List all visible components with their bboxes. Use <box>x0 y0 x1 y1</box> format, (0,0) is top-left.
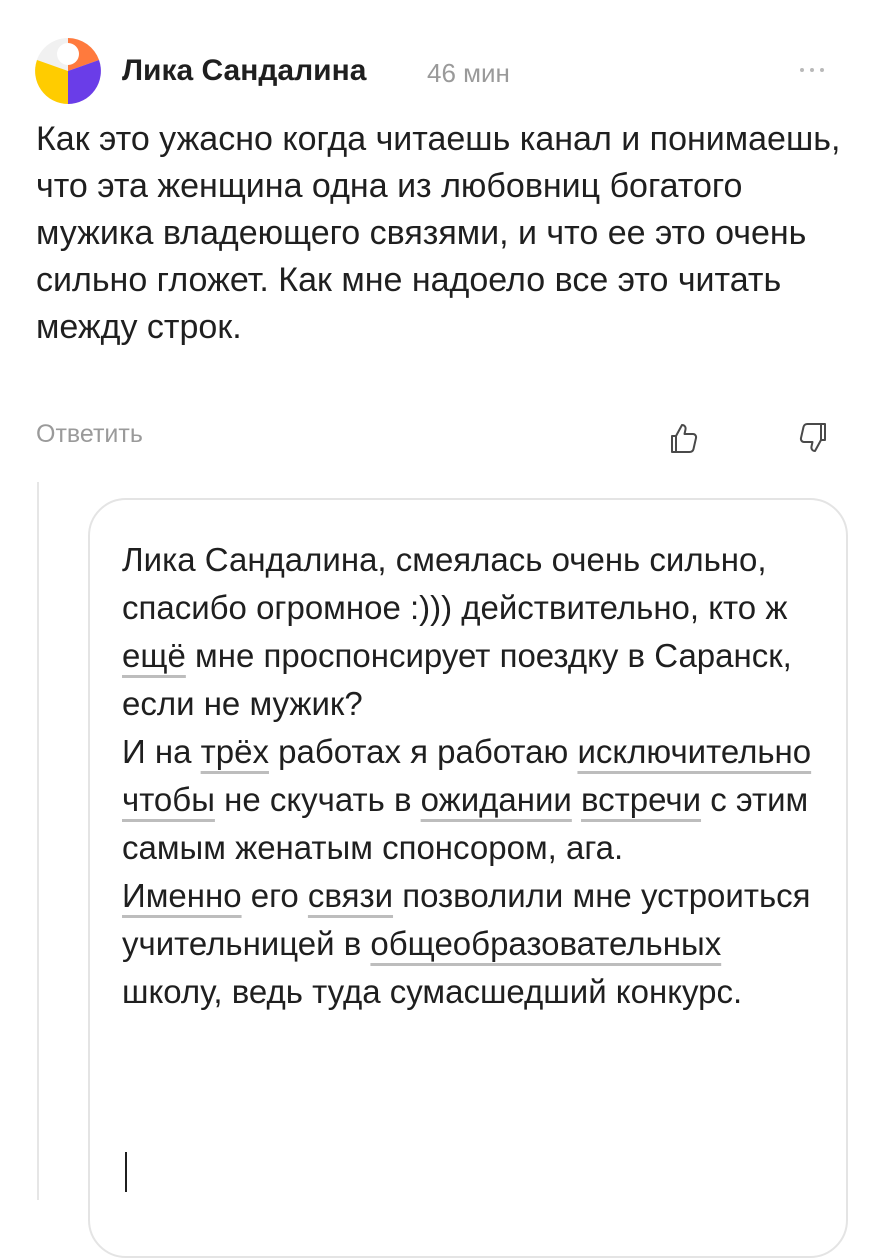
comment-time: 46 мин <box>427 58 510 88</box>
spellcheck-word[interactable]: связи <box>308 877 393 914</box>
comment-author[interactable]: Лика Сандалина <box>122 54 366 88</box>
spellcheck-word[interactable]: ожидании <box>421 781 572 818</box>
avatar[interactable] <box>35 38 101 104</box>
comment-text: Как это ужасно когда читаешь канал и пон… <box>36 120 850 346</box>
spellcheck-word[interactable]: общеобразовательных <box>370 925 721 962</box>
thumbs-up-icon[interactable] <box>665 420 701 456</box>
reply-editor-text[interactable]: Лика Сандалина, смеялась очень сильно, с… <box>122 536 812 1016</box>
spellcheck-word[interactable]: исключительно <box>577 733 811 770</box>
reply-button[interactable]: Ответить <box>36 420 143 449</box>
spellcheck-word[interactable]: ещё <box>122 637 186 674</box>
more-icon[interactable] <box>792 60 832 80</box>
spellcheck-word[interactable]: чтобы <box>122 781 215 818</box>
spellcheck-word[interactable]: встречи <box>581 781 701 818</box>
thumbs-down-icon[interactable] <box>796 420 832 456</box>
spellcheck-word[interactable]: трёх <box>201 733 269 770</box>
thread-line <box>37 482 39 1200</box>
spellcheck-word[interactable]: Именно <box>122 877 242 914</box>
text-cursor <box>125 1152 127 1192</box>
